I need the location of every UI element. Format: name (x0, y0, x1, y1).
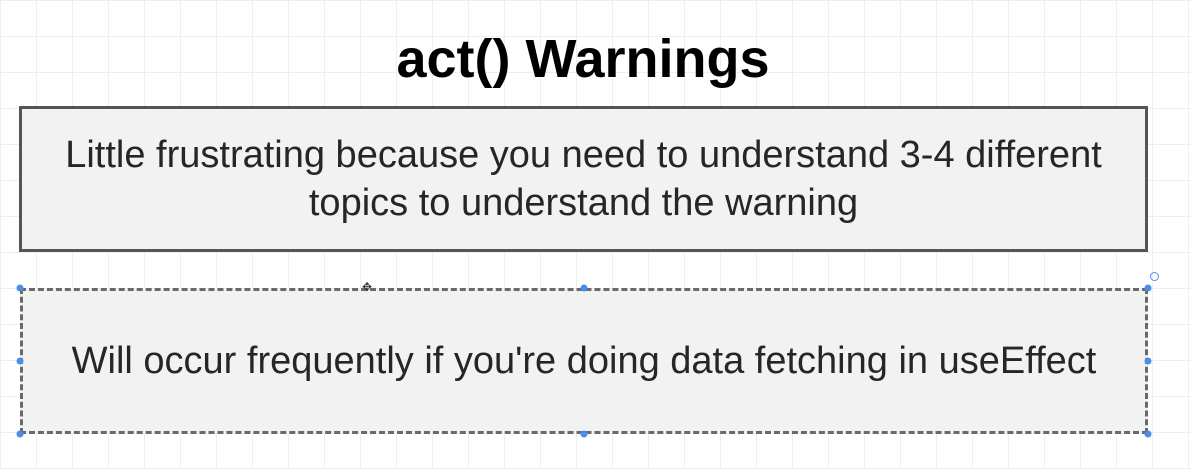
resize-handle-top-right[interactable] (1144, 284, 1152, 292)
text-box-2-label: Will occur frequently if you're doing da… (71, 340, 1097, 382)
text-box-1-label: Little frustrating because you need to u… (65, 134, 1102, 224)
rotate-handle-icon[interactable] (1150, 272, 1159, 281)
resize-handle-bottom-middle[interactable] (580, 430, 588, 438)
slide-title: act() Warnings (396, 29, 770, 89)
move-icon[interactable]: ✥ (362, 280, 372, 294)
resize-handle-bottom-left[interactable] (16, 430, 24, 438)
resize-handle-top-left[interactable] (16, 284, 24, 292)
resize-handle-top-middle[interactable] (580, 284, 588, 292)
text-box-1[interactable]: Little frustrating because you need to u… (19, 106, 1148, 252)
resize-handle-bottom-right[interactable] (1144, 430, 1152, 438)
text-box-2-selected[interactable]: Will occur frequently if you're doing da… (20, 288, 1148, 434)
resize-handle-middle-right[interactable] (1144, 357, 1152, 365)
resize-handle-middle-left[interactable] (16, 357, 24, 365)
